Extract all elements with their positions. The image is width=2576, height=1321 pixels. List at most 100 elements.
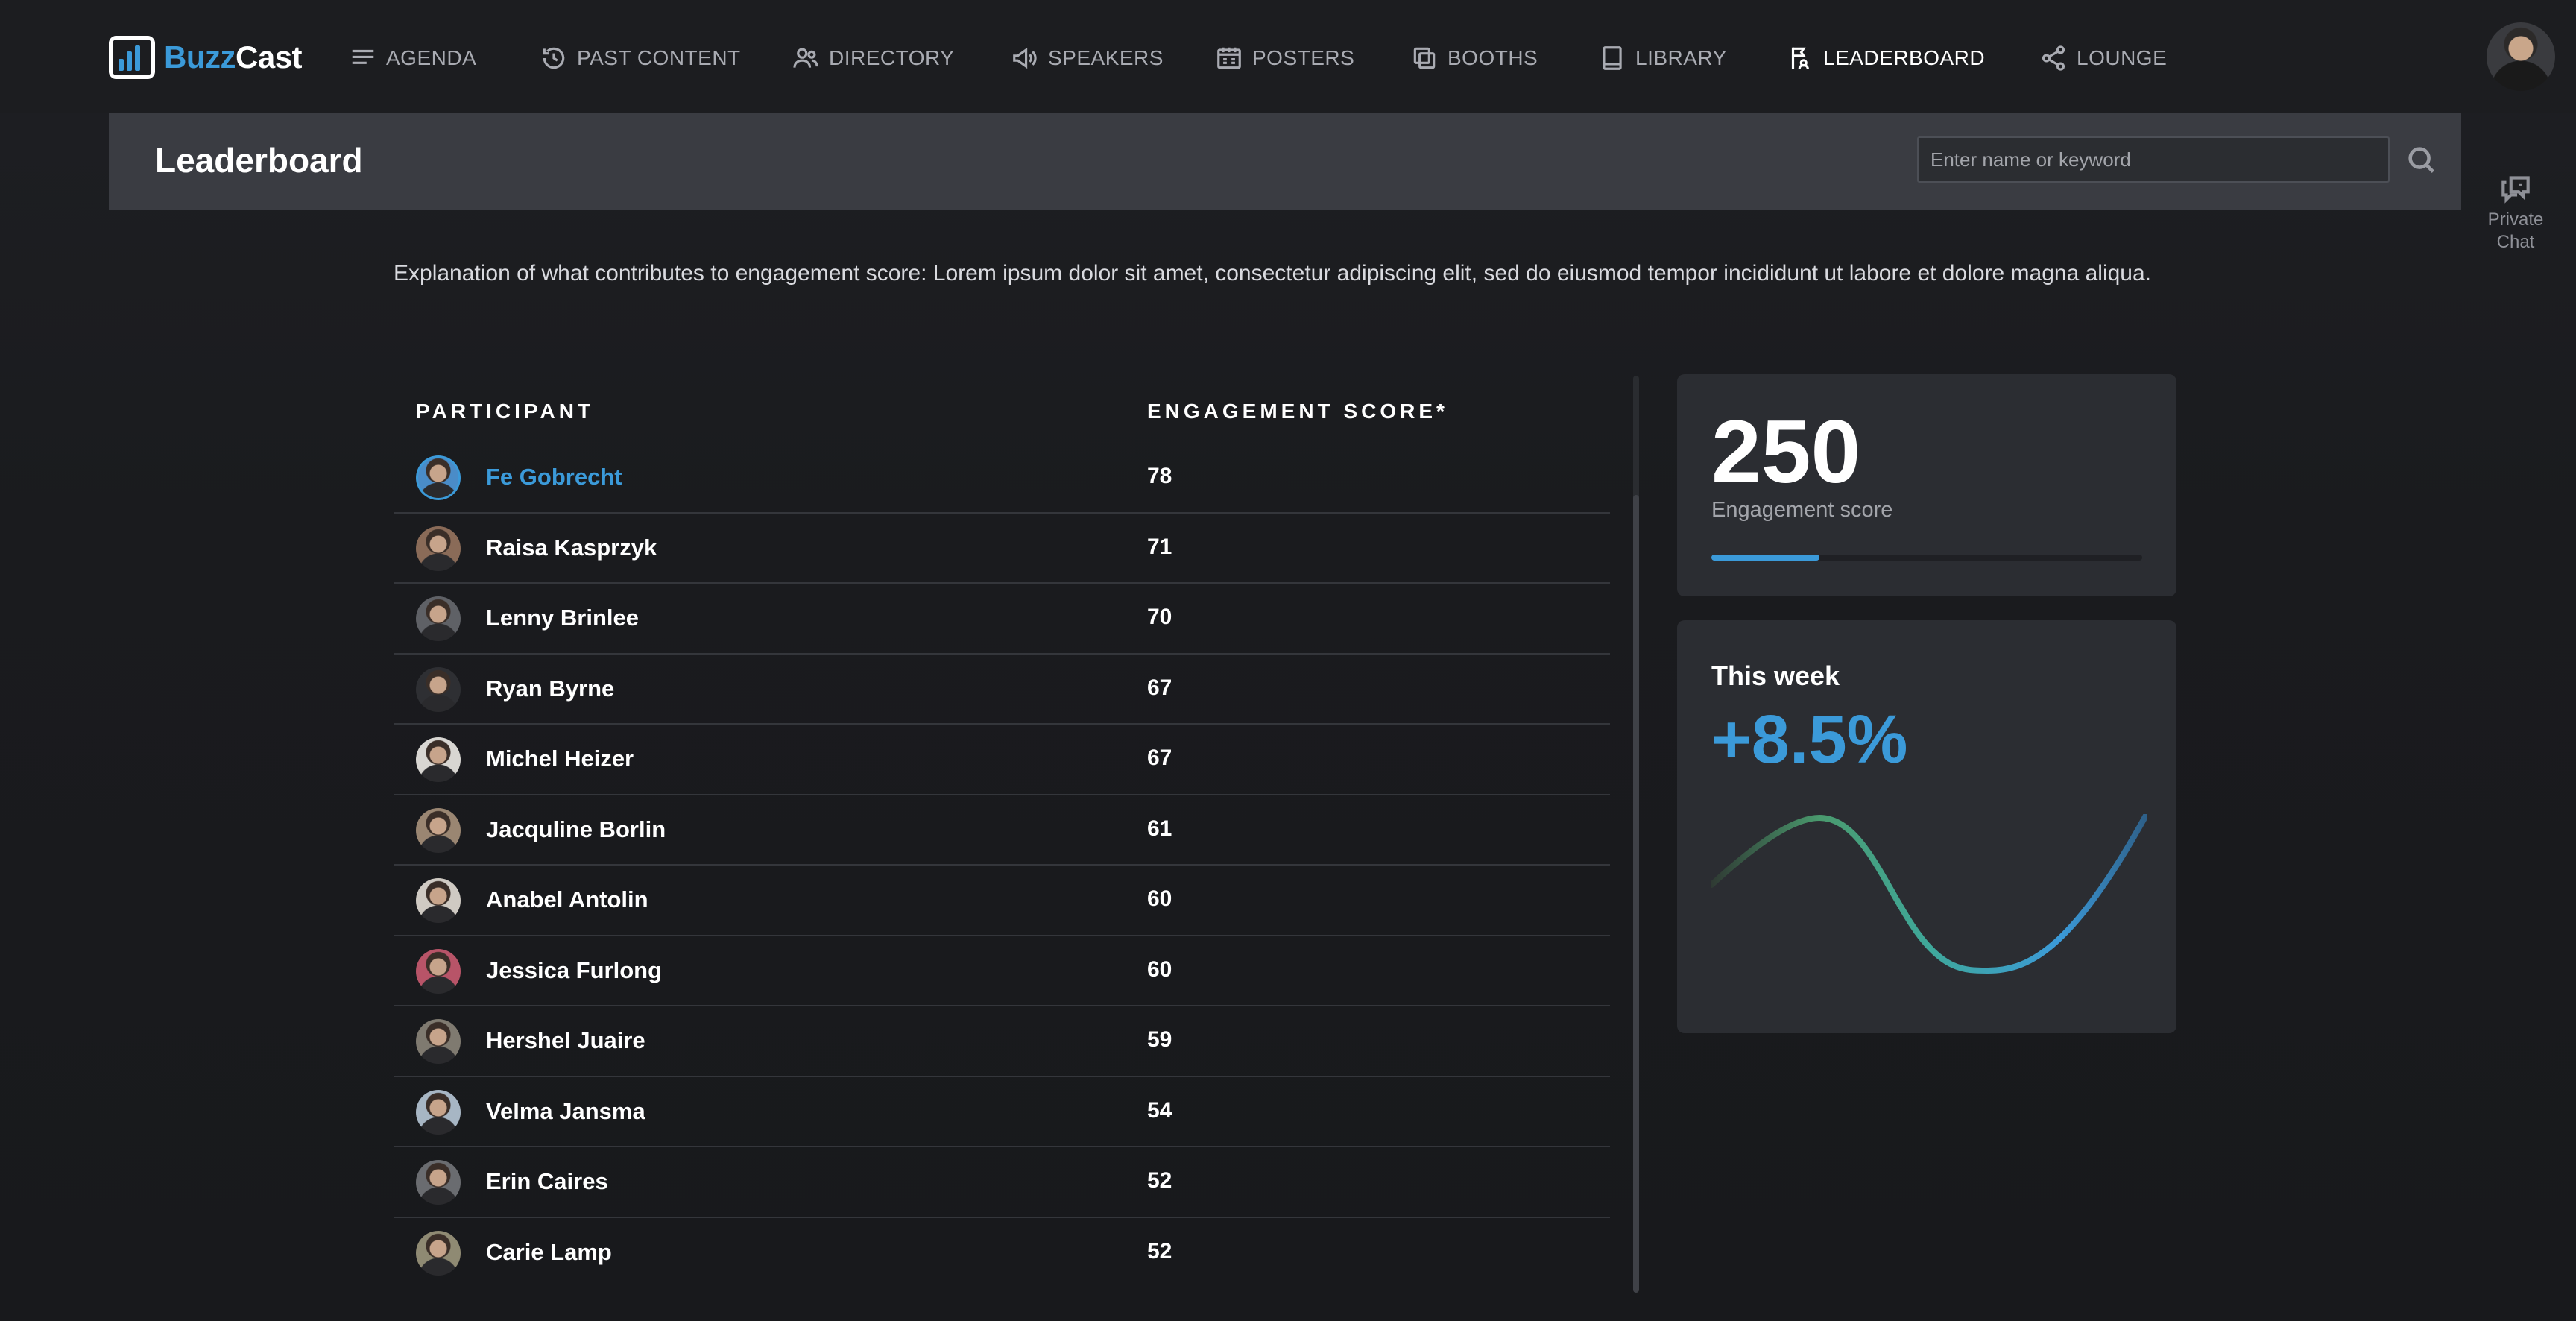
participant-name[interactable]: Erin Caires: [486, 1168, 608, 1195]
participant-score: 61: [1147, 816, 1172, 841]
engagement-score-value: 250: [1711, 402, 1861, 502]
megaphone-icon: [1013, 47, 1037, 69]
private-chat-button[interactable]: Private Chat: [2475, 168, 2557, 253]
participant-avatar[interactable]: [416, 596, 461, 641]
engagement-score-card: 250 Engagement score: [1677, 374, 2176, 596]
nav-item-library[interactable]: LIBRARY: [1598, 39, 1727, 78]
nav-item-booths[interactable]: BOOTHS: [1410, 39, 1538, 78]
participant-name[interactable]: Jacquline Borlin: [486, 816, 666, 843]
nav-label: SPEAKERS: [1048, 46, 1164, 69]
table-row[interactable]: Jacquline Borlin 61: [394, 795, 1610, 866]
people-icon: [793, 48, 818, 68]
nav-label: LOUNGE: [2077, 46, 2168, 69]
participant-name[interactable]: Raisa Kasprzyk: [486, 535, 657, 561]
table-row[interactable]: Anabel Antolin 60: [394, 866, 1610, 936]
nav-item-agenda[interactable]: AGENDA: [349, 39, 476, 78]
search-icon: [2408, 147, 2434, 173]
search-input[interactable]: [1917, 136, 2390, 183]
this-week-change: +8.5%: [1711, 702, 1908, 778]
column-header-score: ENGAGEMENT SCORE*: [1147, 400, 1448, 423]
table-body: Fe Gobrecht 78 Raisa Kasprzyk 71 Lenny Brinl…: [394, 443, 1610, 1288]
table-header: PARTICIPANT ENGAGEMENT SCORE*: [394, 376, 1610, 443]
table-row[interactable]: Jessica Furlong 60: [394, 936, 1610, 1006]
participant-name[interactable]: Lenny Brinlee: [486, 605, 639, 631]
table-row[interactable]: Ryan Byrne 67: [394, 655, 1610, 725]
table-row[interactable]: Raisa Kasprzyk 71: [394, 514, 1610, 584]
nav-item-speakers[interactable]: SPEAKERS: [1011, 39, 1164, 78]
logo-icon: [109, 36, 155, 79]
share-icon: [2042, 45, 2065, 71]
participant-avatar[interactable]: [416, 526, 461, 571]
table-row[interactable]: Velma Jansma 54: [394, 1077, 1610, 1147]
chat-icon: [2501, 176, 2530, 204]
nav-label: PAST CONTENT: [577, 46, 741, 69]
nav-label: POSTERS: [1252, 46, 1355, 69]
nav-item-lounge[interactable]: LOUNGE: [2039, 39, 2167, 78]
trend-wave: [1711, 814, 2147, 974]
participant-avatar[interactable]: [416, 1230, 461, 1276]
participant-score: 60: [1147, 956, 1172, 982]
book-icon: [1603, 46, 1622, 70]
participant-name[interactable]: Hershel Juaire: [486, 1027, 645, 1054]
participant-avatar[interactable]: [416, 807, 461, 853]
participant-name[interactable]: Velma Jansma: [486, 1098, 645, 1125]
table-scrollbar[interactable]: [1633, 376, 1639, 1293]
participant-avatar[interactable]: [416, 878, 461, 923]
participant-score: 52: [1147, 1238, 1172, 1264]
user-avatar[interactable]: [2487, 22, 2555, 91]
participant-avatar[interactable]: [416, 1089, 461, 1135]
participant-score: 78: [1147, 464, 1172, 488]
participant-name[interactable]: Ryan Byrne: [486, 675, 614, 702]
engagement-score-caption: Engagement score: [1711, 498, 1893, 522]
table-row[interactable]: Erin Caires 52: [394, 1147, 1610, 1218]
participant-avatar[interactable]: [416, 666, 461, 712]
leaderboard-page: BuzzCast AGENDA PAST CONTENT DIRECTORY S…: [0, 0, 2576, 1321]
participant-name[interactable]: Michel Heizer: [486, 745, 634, 772]
page-title: Leaderboard: [155, 141, 363, 180]
participant-avatar[interactable]: [416, 455, 461, 500]
engagement-progress-bar: [1711, 555, 2142, 561]
participant-score: 59: [1147, 1027, 1172, 1052]
participant-score: 60: [1147, 886, 1172, 911]
participant-name[interactable]: Jessica Furlong: [486, 957, 662, 984]
participant-name[interactable]: Anabel Antolin: [486, 886, 648, 913]
participant-name[interactable]: Fe Gobrecht: [486, 464, 622, 491]
participant-score: 67: [1147, 675, 1172, 700]
participant-avatar[interactable]: [416, 948, 461, 994]
table-row[interactable]: Hershel Juaire 59: [394, 1006, 1610, 1077]
booth-icon: [1413, 47, 1436, 69]
participant-score: 52: [1147, 1168, 1172, 1193]
this-week-card: This week +8.5%: [1677, 620, 2176, 1033]
history-icon: [543, 47, 565, 69]
participant-score: 67: [1147, 745, 1172, 770]
this-week-title: This week: [1711, 660, 1840, 691]
table-row[interactable]: Fe Gobrecht 78: [394, 443, 1610, 514]
nav-item-posters[interactable]: POSTERS: [1215, 39, 1354, 78]
table-row[interactable]: Michel Heizer 67: [394, 725, 1610, 795]
logo-text: BuzzCast: [164, 40, 303, 75]
leaderboard-icon: [1791, 47, 1809, 69]
nav-item-leaderboard[interactable]: LEADERBOARD: [1786, 39, 1985, 78]
page-header: Leaderboard: [109, 113, 2461, 210]
private-chat-label-line1: Private: [2487, 209, 2544, 230]
nav-label: BOOTHS: [1448, 46, 1538, 69]
table-row[interactable]: Lenny Brinlee 70: [394, 584, 1610, 655]
table-row[interactable]: Carie Lamp 52: [394, 1218, 1610, 1289]
search-button[interactable]: [2405, 143, 2439, 177]
column-header-participant: PARTICIPANT: [416, 400, 595, 423]
nav-item-past-content[interactable]: PAST CONTENT: [540, 39, 741, 78]
nav-label: AGENDA: [386, 46, 477, 69]
scrollbar-thumb[interactable]: [1633, 495, 1639, 1293]
poster-icon: [1217, 47, 1241, 69]
nav-item-directory[interactable]: DIRECTORY: [792, 39, 954, 78]
participant-score: 71: [1147, 534, 1172, 559]
participant-avatar[interactable]: [416, 1019, 461, 1064]
buzzcast-logo[interactable]: BuzzCast: [109, 36, 303, 79]
nav-label: DIRECTORY: [829, 46, 955, 69]
progress-fill: [1711, 555, 1819, 561]
participant-avatar[interactable]: [416, 737, 461, 782]
private-chat-label-line2: Chat: [2496, 232, 2535, 252]
participant-avatar[interactable]: [416, 1160, 461, 1205]
participant-name[interactable]: Carie Lamp: [486, 1239, 612, 1266]
participant-score: 54: [1147, 1097, 1172, 1123]
